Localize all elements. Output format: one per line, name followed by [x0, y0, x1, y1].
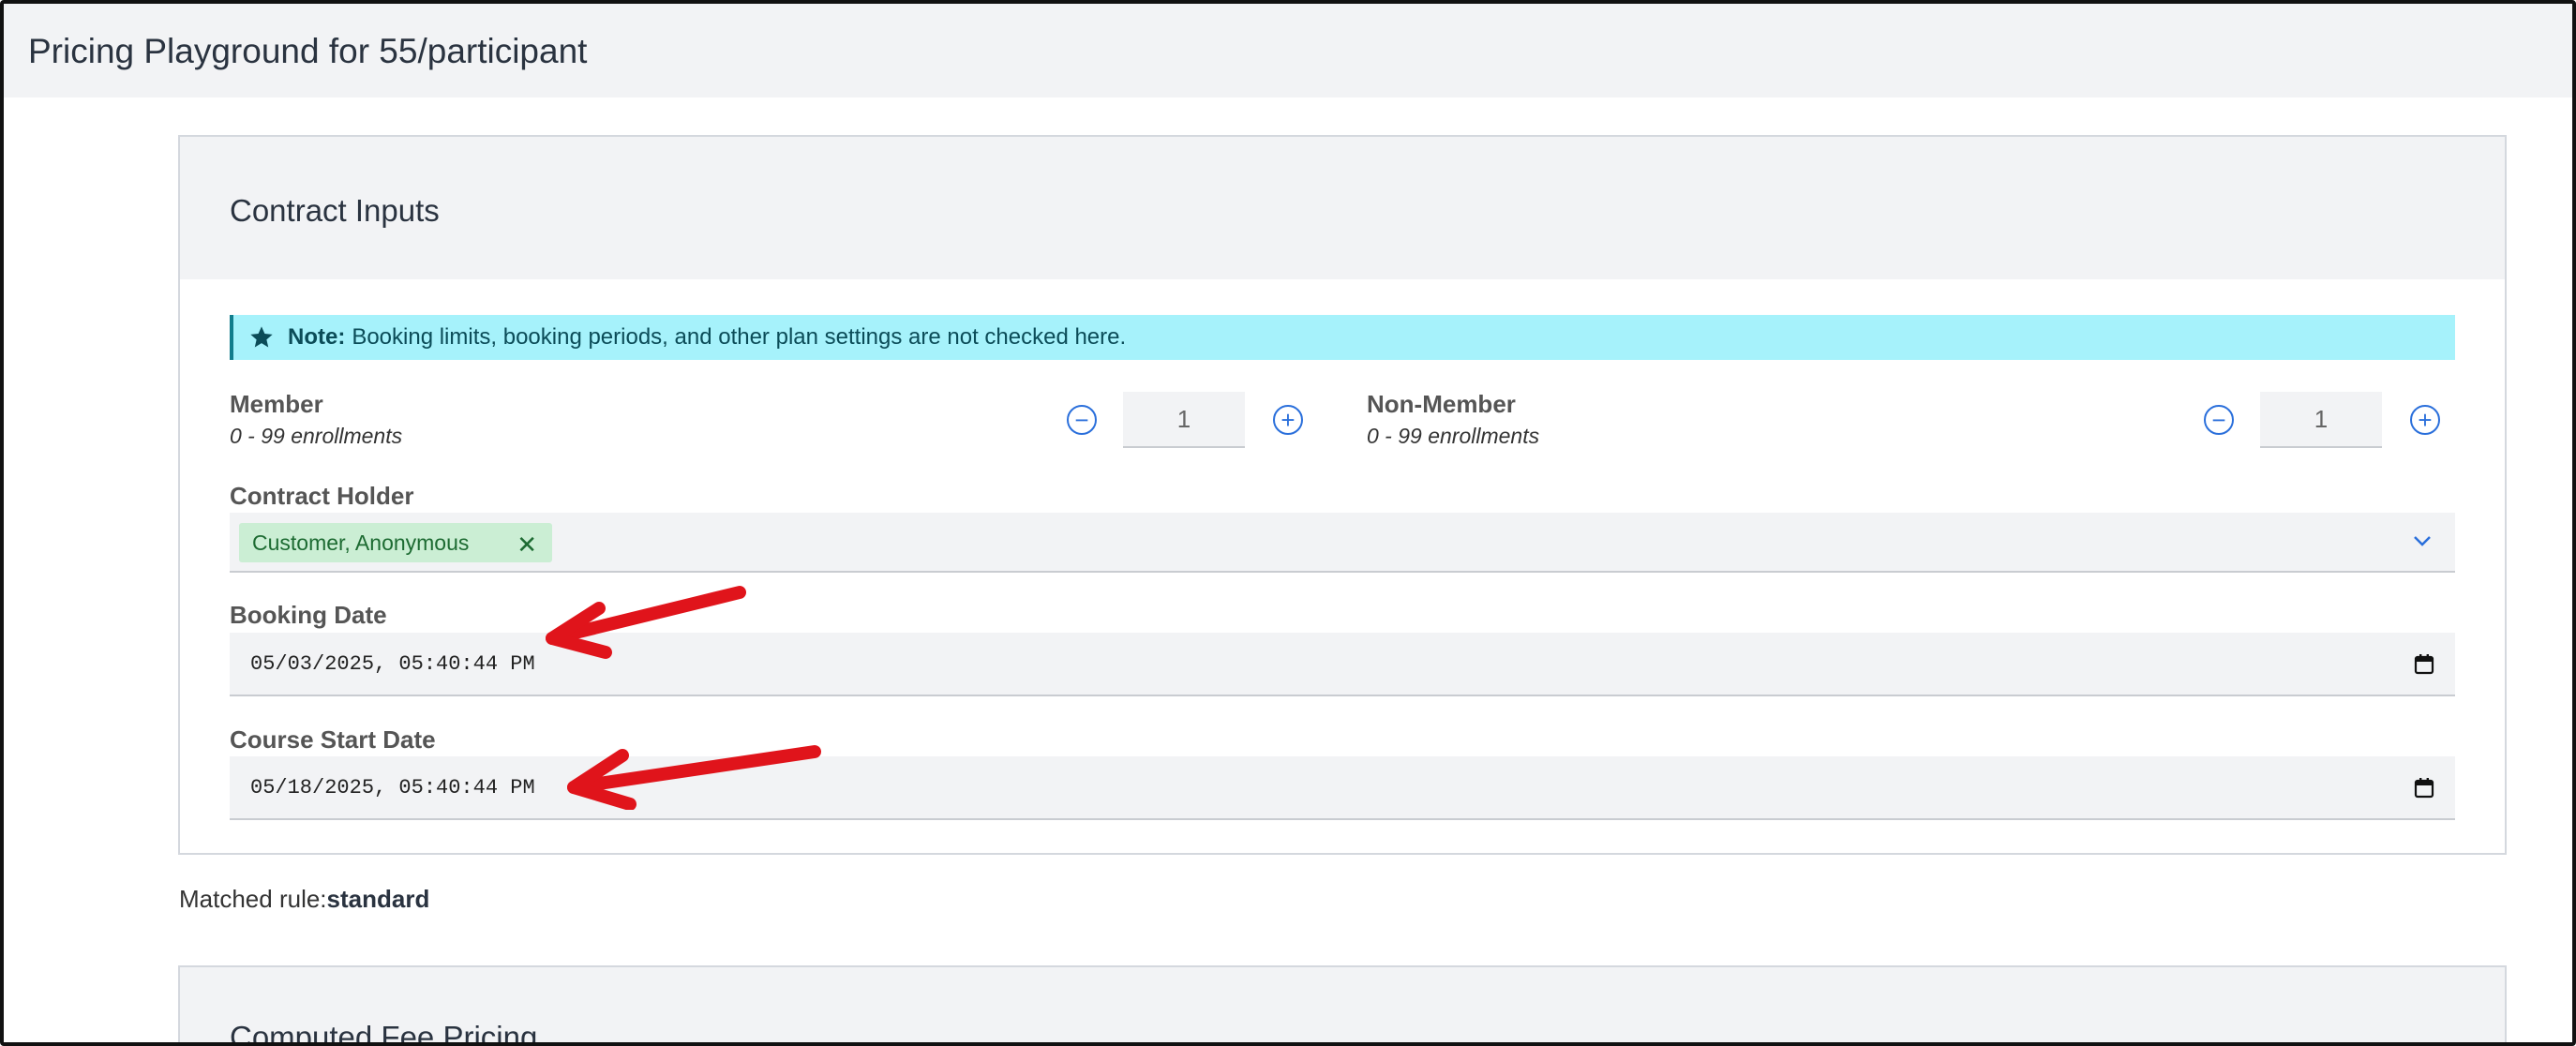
contract-holder-tag: Customer, Anonymous ✕ [239, 523, 552, 562]
page-title: Pricing Playground for 55/participant [28, 32, 588, 70]
member-range: 0 - 99 enrollments [230, 424, 403, 448]
non-member-label: Non-Member [1367, 390, 1516, 418]
matched-rule-label: Matched rule: [179, 885, 327, 913]
app-window: Pricing Playground for 55/participant Co… [0, 0, 2576, 1046]
computed-fee-pricing-card: Computed Fee Pricing [178, 965, 2507, 1046]
course-start-date-label: Course Start Date [230, 725, 436, 754]
note-text: Booking limits, booking periods, and oth… [352, 324, 1127, 350]
annotation-arrow-booking-date [546, 586, 746, 659]
contract-inputs-card: Contract Inputs Note: Booking limits, bo… [178, 135, 2507, 855]
star-icon [250, 326, 273, 348]
non-member-quantity-input[interactable] [2260, 392, 2382, 448]
booking-date-label: Booking Date [230, 601, 387, 629]
note-banner: Note: Booking limits, booking periods, a… [230, 315, 2455, 360]
course-start-date-value: 05/18/2025, 05:40:44 PM [250, 776, 535, 799]
note-label: Note: [288, 324, 346, 350]
minus-circle-icon: − [2211, 406, 2226, 434]
matched-rule-value: standard [326, 885, 430, 913]
remove-tag-icon[interactable]: ✕ [517, 530, 537, 560]
member-quantity-input[interactable] [1123, 392, 1245, 448]
minus-circle-icon: − [1074, 406, 1089, 434]
calendar-icon[interactable] [2414, 653, 2434, 676]
member-decrement-button[interactable]: − [1067, 405, 1097, 435]
member-label: Member [230, 390, 323, 418]
non-member-increment-button[interactable]: + [2410, 405, 2440, 435]
plus-circle-icon: + [1281, 406, 1295, 434]
non-member-range: 0 - 99 enrollments [1367, 424, 1540, 448]
contract-holder-select[interactable]: Customer, Anonymous ✕ [230, 513, 2455, 573]
booking-date-value: 05/03/2025, 05:40:44 PM [250, 652, 535, 676]
contract-holder-tag-label: Customer, Anonymous [252, 530, 470, 555]
member-increment-button[interactable]: + [1273, 405, 1303, 435]
annotation-arrow-course-start-date [567, 745, 821, 810]
calendar-icon[interactable] [2414, 777, 2434, 799]
chevron-down-icon[interactable] [2412, 533, 2433, 548]
page-header: Pricing Playground for 55/participant [4, 4, 2572, 97]
matched-rule: Matched rule:standard [179, 885, 429, 914]
contract-inputs-title: Contract Inputs [230, 193, 440, 228]
plus-circle-icon: + [2418, 406, 2433, 434]
non-member-decrement-button[interactable]: − [2204, 405, 2234, 435]
contract-inputs-header: Contract Inputs [180, 137, 2505, 279]
computed-fee-pricing-title: Computed Fee Pricing [230, 1020, 538, 1046]
contract-holder-label: Contract Holder [230, 482, 414, 510]
